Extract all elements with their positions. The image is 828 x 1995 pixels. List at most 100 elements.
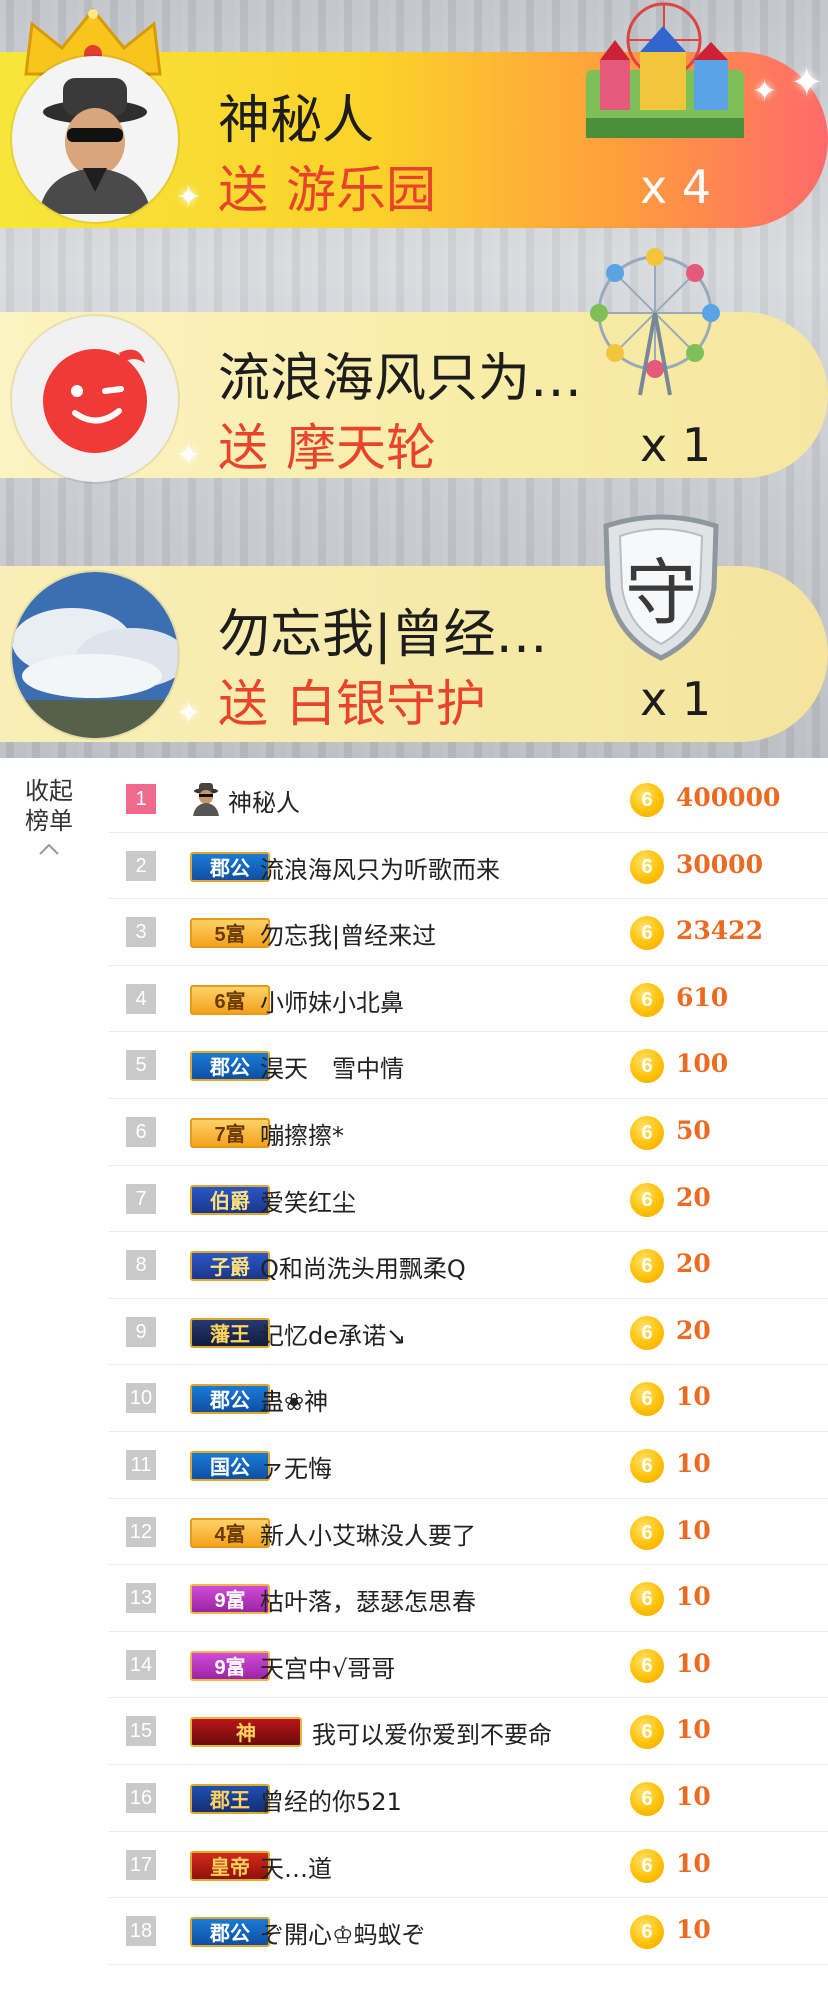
- coin-icon: 6: [630, 1715, 664, 1750]
- sparkle-icon: ✦: [176, 696, 202, 731]
- rank-badge: 9富: [190, 1650, 270, 1681]
- amusement-park-icon: [586, 2, 744, 138]
- rank-badge: 子爵: [190, 1251, 270, 1282]
- coin-icon: 6: [630, 1382, 664, 1417]
- rank-user-name[interactable]: 我可以爱你爱到不要命: [312, 1715, 552, 1750]
- gift-feed: 神秘人 送游乐园 x 4 ✦ ✦ ✦ 流浪海风只为… 送摩天轮 x 1 ✦ 勿忘…: [0, 0, 828, 758]
- collapse-ranking-button[interactable]: 收起榜单: [14, 776, 84, 856]
- rank-user-name[interactable]: 神秘人: [228, 783, 300, 818]
- rank-score: 20: [676, 1249, 711, 1279]
- ferris-wheel-icon: [590, 248, 720, 396]
- mystery-man-avatar: [39, 78, 151, 214]
- silver-guard-shield-icon: 守: [596, 512, 726, 662]
- rank-badge: 郡公: [190, 851, 270, 882]
- coin-icon: 6: [630, 1915, 664, 1950]
- ranking-row[interactable]: 2 郡公 流浪海风只为听歌而来 6 30000: [108, 833, 828, 900]
- avatar[interactable]: [12, 316, 178, 482]
- rank-score: 20: [676, 1315, 711, 1345]
- rank-user-name[interactable]: 嘣擦擦*: [260, 1116, 344, 1151]
- ranking-row[interactable]: 7 伯爵 爱笑红尘 6 20: [108, 1166, 828, 1233]
- rank-user-name[interactable]: Q和尚洗头用飘柔Q: [260, 1249, 466, 1284]
- rank-badge: 藩王: [190, 1317, 270, 1348]
- rank-number: 10: [126, 1383, 156, 1414]
- rank-user-name[interactable]: 新人小艾琳没人要了: [260, 1516, 476, 1551]
- rank-user-name[interactable]: 天…道: [260, 1849, 332, 1884]
- rank-score: 20: [676, 1182, 711, 1212]
- rank-user-name[interactable]: 淏天 雪中情: [260, 1049, 404, 1084]
- rank-score: 23422: [676, 916, 763, 946]
- coin-icon: 6: [630, 1448, 664, 1483]
- rank-user-name[interactable]: 流浪海风只为听歌而来: [260, 850, 500, 885]
- ranking-row[interactable]: 8 子爵 Q和尚洗头用飘柔Q 6 20: [108, 1232, 828, 1299]
- ranking-row[interactable]: 5 郡公 淏天 雪中情 6 100: [108, 1032, 828, 1099]
- coin-icon: 6: [630, 1648, 664, 1683]
- chevron-up-icon: [39, 843, 59, 855]
- ranking-row[interactable]: 3 5富 勿忘我|曾经来过 6 23422: [108, 899, 828, 966]
- coin-icon: 6: [630, 1848, 664, 1883]
- ranking-row[interactable]: 11 国公 ァ无悔 6 10: [108, 1432, 828, 1499]
- sender-name: 勿忘我|曾经…: [218, 605, 548, 665]
- coin-icon: 6: [630, 1781, 664, 1816]
- rank-badge: 郡公: [190, 1051, 270, 1082]
- rank-user-name[interactable]: 蛊❀神: [260, 1382, 328, 1417]
- ranking-row[interactable]: 10 郡公 蛊❀神 6 10: [108, 1365, 828, 1432]
- rank-number: 3: [126, 917, 156, 948]
- coin-icon: 6: [630, 1582, 664, 1617]
- ranking-row[interactable]: 4 6富 小师妹小北鼻 6 610: [108, 966, 828, 1033]
- avatar[interactable]: [12, 56, 178, 222]
- rank-number: 18: [126, 1916, 156, 1947]
- rank-badge: 6富: [190, 984, 270, 1015]
- sparkle-icon: ✦: [176, 438, 202, 473]
- rank-user-name[interactable]: ァ无悔: [260, 1449, 332, 1484]
- gift-count: x 1: [640, 418, 712, 472]
- rank-badge: 5富: [190, 918, 270, 949]
- rank-badge: 9富: [190, 1584, 270, 1615]
- coin-icon: 6: [630, 916, 664, 951]
- rank-score: 10: [676, 1582, 711, 1612]
- rank-user-name[interactable]: 勿忘我|曾经来过: [260, 916, 436, 951]
- rank-number: 6: [126, 1116, 156, 1147]
- gift-count: x 4: [640, 160, 712, 214]
- rank-number: 4: [126, 983, 156, 1014]
- rank-badge: 神: [190, 1717, 302, 1748]
- sparkle-icon: ✦: [752, 74, 778, 109]
- ranking-row[interactable]: 16 郡王 曾经的你521 6 10: [108, 1765, 828, 1832]
- rank-number: 2: [126, 850, 156, 881]
- ranking-list: 1 神秘人 6 400000 2 郡公 流浪海风只为听歌而来 6 30000 3 5富 勿忘我|曾经来…: [108, 766, 828, 1965]
- rank-number: 12: [126, 1516, 156, 1547]
- ranking-row[interactable]: 9 藩王 记忆de承诺↘ 6 20: [108, 1299, 828, 1366]
- rank-score: 30000: [676, 849, 763, 879]
- rank-score: 610: [676, 982, 729, 1012]
- rank-user-name[interactable]: 曾经的你521: [260, 1782, 402, 1817]
- rank-badge: 皇帝: [190, 1850, 270, 1881]
- rank-number: 13: [126, 1583, 156, 1614]
- rank-user-name[interactable]: 小师妹小北鼻: [260, 983, 404, 1018]
- avatar[interactable]: [12, 572, 178, 738]
- rank-user-name[interactable]: 天宫中√哥哥: [260, 1649, 395, 1684]
- coin-icon: 6: [630, 1315, 664, 1350]
- ranking-row[interactable]: 13 9富 枯叶落，瑟瑟怎思春 6 10: [108, 1565, 828, 1632]
- rank-user-name[interactable]: ぞ開心♔蚂蚁ぞ: [260, 1915, 426, 1950]
- rank-number: 17: [126, 1849, 156, 1880]
- rank-user-name[interactable]: 枯叶落，瑟瑟怎思春: [260, 1582, 476, 1617]
- sender-name: 流浪海风只为…: [218, 349, 583, 409]
- rank-number: 7: [126, 1183, 156, 1214]
- rank-number: 14: [126, 1649, 156, 1680]
- ranking-row[interactable]: 17 皇帝 天…道 6 10: [108, 1832, 828, 1899]
- ranking-row[interactable]: 6 7富 嘣擦擦* 6 50: [108, 1099, 828, 1166]
- rank-user-name[interactable]: 记忆de承诺↘: [260, 1316, 406, 1351]
- rank-user-name[interactable]: 爱笑红尘: [260, 1183, 356, 1218]
- ranking-row[interactable]: 1 神秘人 6 400000: [108, 766, 828, 833]
- rank-score: 50: [676, 1115, 711, 1145]
- rank-badge: 郡王: [190, 1783, 270, 1814]
- rank-score: 10: [676, 1382, 711, 1412]
- rank-number: 8: [126, 1250, 156, 1281]
- rank-badge: 郡公: [190, 1917, 270, 1948]
- rank-score: 100: [676, 1049, 729, 1079]
- ranking-row[interactable]: 14 9富 天宫中√哥哥 6 10: [108, 1632, 828, 1699]
- ranking-row[interactable]: 15 神我可以爱你爱到不要命 6 10: [108, 1698, 828, 1765]
- gift-description: 送游乐园: [218, 161, 436, 219]
- rank-number: 11: [126, 1449, 156, 1480]
- ranking-row[interactable]: 12 4富 新人小艾琳没人要了 6 10: [108, 1499, 828, 1566]
- ranking-row[interactable]: 18 郡公 ぞ開心♔蚂蚁ぞ 6 10: [108, 1898, 828, 1965]
